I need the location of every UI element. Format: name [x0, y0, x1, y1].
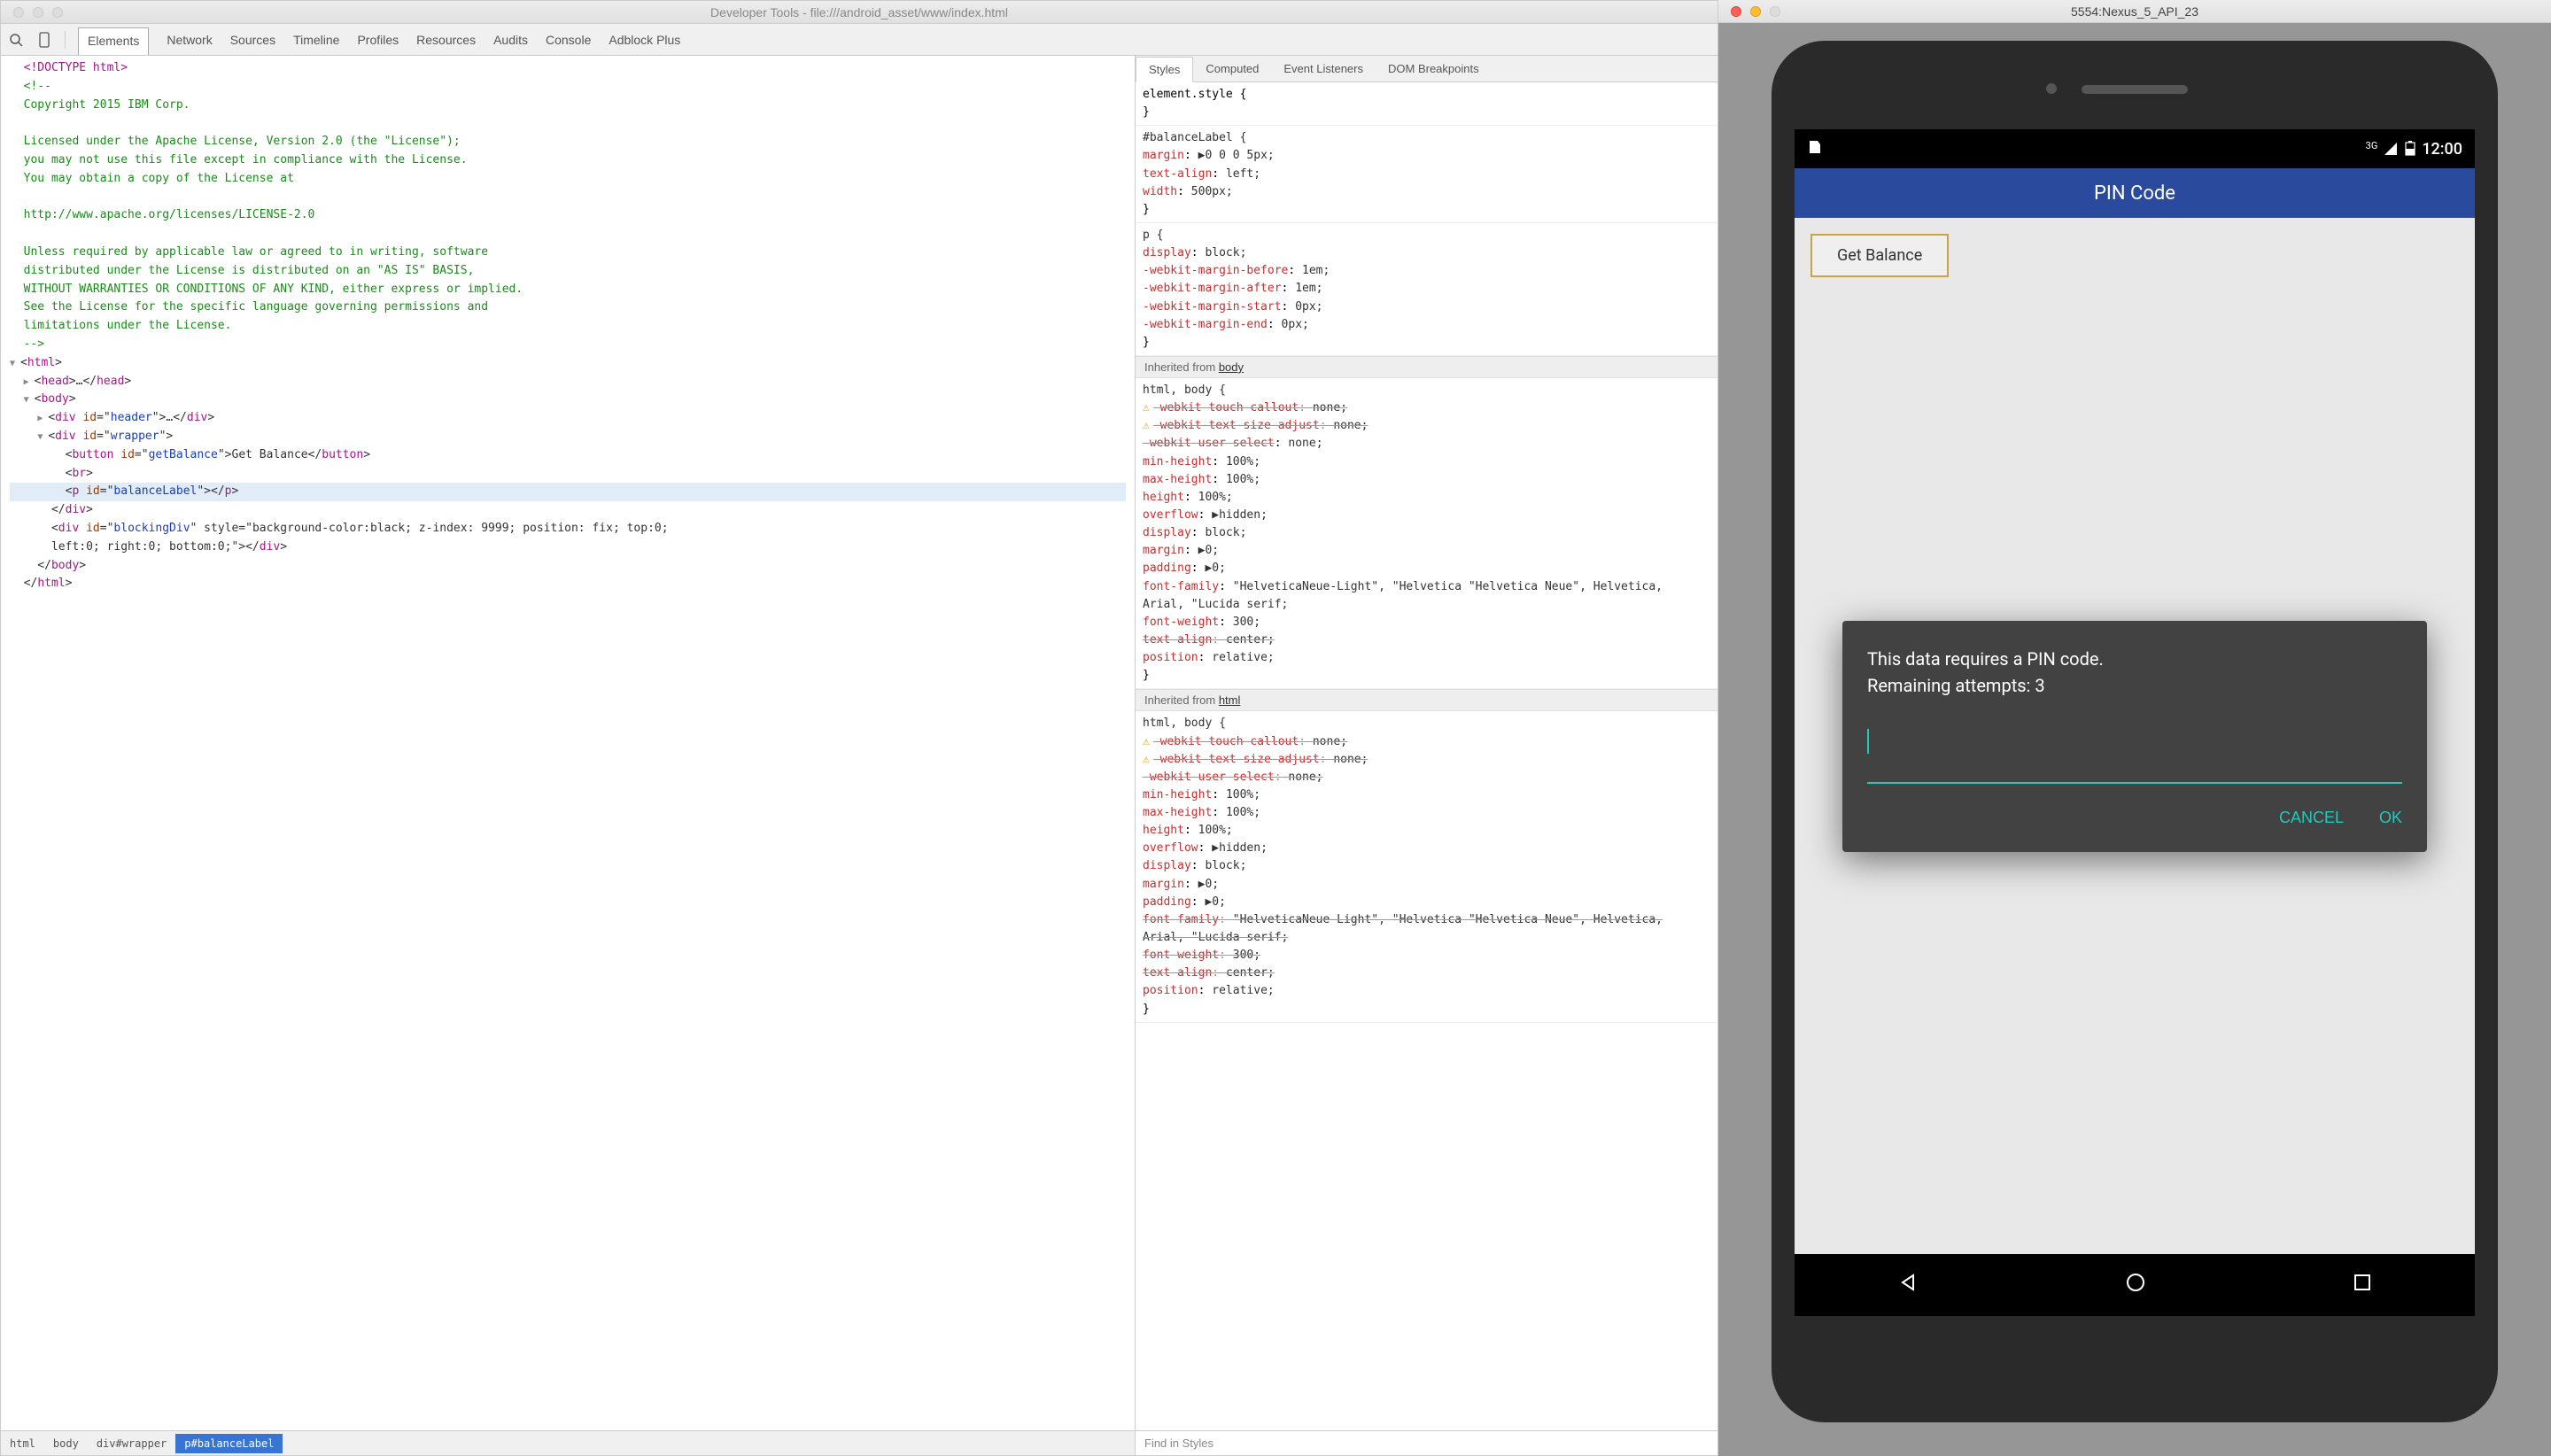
- device-icon[interactable]: [36, 32, 52, 48]
- nav-back-icon[interactable]: [1897, 1272, 1919, 1298]
- tab-elements[interactable]: Elements: [78, 27, 149, 55]
- app-content: Get Balance This data requires a PIN cod…: [1795, 218, 2475, 1254]
- styles-panel: Styles Computed Event Listeners DOM Brea…: [1135, 56, 1717, 1455]
- phone-frame: 3G 12:00 PIN Code Get Balance This data: [1772, 41, 2498, 1422]
- pin-input[interactable]: [1867, 752, 2402, 784]
- main-split: <!DOCTYPE html> <!-- Copyright 2015 IBM …: [1, 56, 1717, 1455]
- dom-tree[interactable]: <!DOCTYPE html> <!-- Copyright 2015 IBM …: [1, 56, 1135, 597]
- app-bar: PIN Code: [1795, 168, 2475, 218]
- styles-tab-styles[interactable]: Styles: [1136, 57, 1193, 82]
- input-cursor: [1867, 729, 1869, 754]
- phone-speaker: [2082, 85, 2188, 94]
- app-title: PIN Code: [2094, 182, 2175, 205]
- dialog-overlay: This data requires a PIN code. Remaining…: [1795, 218, 2475, 1254]
- tab-profiles[interactable]: Profiles: [357, 33, 399, 47]
- dialog-message: This data requires a PIN code. Remaining…: [1867, 646, 2402, 699]
- cancel-button[interactable]: CANCEL: [2279, 809, 2344, 827]
- tab-sources[interactable]: Sources: [230, 33, 275, 47]
- crumb-wrapper[interactable]: div#wrapper: [88, 1434, 175, 1453]
- crumb-balance[interactable]: p#balanceLabel: [175, 1434, 283, 1453]
- dialog-actions: CANCEL OK: [1867, 809, 2402, 827]
- tab-console[interactable]: Console: [546, 33, 591, 47]
- android-nav-bar: [1795, 1254, 2475, 1316]
- styles-tab-dom-bp[interactable]: DOM Breakpoints: [1376, 57, 1492, 81]
- emulator-titlebar: 5554:Nexus_5_API_23: [1718, 0, 2551, 23]
- crumb-html[interactable]: html: [1, 1434, 44, 1453]
- emulator-title: 5554:Nexus_5_API_23: [1718, 4, 2551, 19]
- tab-adblock[interactable]: Adblock Plus: [609, 33, 680, 47]
- nav-home-icon[interactable]: [2125, 1272, 2146, 1298]
- signal-icon: [2383, 141, 2399, 157]
- devtools-title: Developer Tools - file:///android_asset/…: [1, 5, 1717, 19]
- inspect-icon[interactable]: [8, 32, 24, 48]
- battery-icon: [2404, 141, 2416, 157]
- pin-dialog: This data requires a PIN code. Remaining…: [1842, 621, 2427, 852]
- elements-panel[interactable]: <!DOCTYPE html> <!-- Copyright 2015 IBM …: [1, 56, 1135, 1455]
- tab-timeline[interactable]: Timeline: [293, 33, 339, 47]
- tab-network[interactable]: Network: [167, 33, 212, 47]
- devtools-tabs: Elements Network Sources Timeline Profil…: [78, 26, 680, 53]
- signal-3g-label: 3G: [2366, 140, 2378, 151]
- emulator-window: 5554:Nexus_5_API_23 3G 12:00: [1718, 0, 2551, 1456]
- android-status-bar: 3G 12:00: [1795, 129, 2475, 168]
- styles-tab-events[interactable]: Event Listeners: [1271, 57, 1376, 81]
- ok-button[interactable]: OK: [2379, 809, 2402, 827]
- devtools-toolbar: Elements Network Sources Timeline Profil…: [1, 24, 1717, 56]
- tab-resources[interactable]: Resources: [416, 33, 476, 47]
- styles-body[interactable]: element.style {}#balanceLabel { margin: …: [1136, 82, 1717, 1430]
- devtools-window: Developer Tools - file:///android_asset/…: [0, 0, 1718, 1456]
- tab-audits[interactable]: Audits: [493, 33, 528, 47]
- nav-recents-icon[interactable]: [2353, 1273, 2372, 1297]
- crumb-body[interactable]: body: [44, 1434, 88, 1453]
- find-in-styles[interactable]: Find in Styles: [1136, 1430, 1717, 1455]
- breadcrumb: html body div#wrapper p#balanceLabel: [1, 1430, 1135, 1455]
- phone-screen: 3G 12:00 PIN Code Get Balance This data: [1795, 129, 2475, 1316]
- styles-tab-computed[interactable]: Computed: [1193, 57, 1271, 81]
- devtools-titlebar: Developer Tools - file:///android_asset/…: [1, 1, 1717, 24]
- status-time: 12:00: [2422, 140, 2462, 159]
- styles-tabs: Styles Computed Event Listeners DOM Brea…: [1136, 56, 1717, 82]
- emulator-body: 3G 12:00 PIN Code Get Balance This data: [1718, 23, 2551, 1456]
- phone-camera: [2046, 83, 2057, 94]
- sd-card-icon: [1807, 139, 1823, 155]
